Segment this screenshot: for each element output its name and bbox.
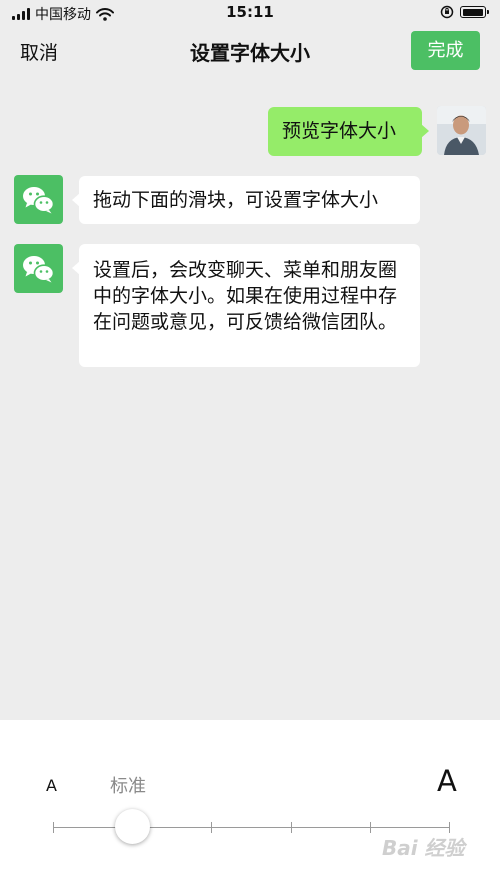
- slider-tick[interactable]: [369, 822, 371, 833]
- slider-tick[interactable]: [53, 822, 54, 833]
- incoming-message-bubble: 拖动下面的滑块，可设置字体大小: [72, 176, 420, 224]
- wechat-logo-icon: [23, 187, 55, 214]
- orientation-lock-icon: [440, 5, 454, 19]
- status-right: [440, 5, 489, 19]
- current-size-label: 标准: [110, 776, 146, 797]
- nav-bar: 取消 设置字体大小 完成: [0, 26, 500, 76]
- small-font-label: A: [46, 776, 57, 795]
- large-font-label: A: [437, 764, 457, 798]
- incoming-message-bubble: 设置后，会改变聊天、菜单和朋友圈中的字体大小。如果在使用过程中存在问题或意见，可…: [72, 244, 420, 367]
- baidu-watermark: Bai 经验: [382, 836, 465, 860]
- slider-track[interactable]: [53, 827, 449, 828]
- slider-tick[interactable]: [290, 822, 292, 833]
- user-avatar: [437, 106, 486, 155]
- slider-knob[interactable]: [114, 809, 150, 844]
- status-bar: 中国移动 15:11: [0, 0, 500, 26]
- status-time: 15:11: [226, 3, 274, 21]
- battery-icon: [460, 6, 489, 18]
- wechat-avatar: [14, 244, 63, 293]
- cancel-button[interactable]: 取消: [20, 38, 58, 65]
- outgoing-message-bubble: 预览字体大小: [268, 107, 429, 156]
- wechat-logo-icon: [23, 256, 55, 283]
- done-button[interactable]: 完成: [411, 31, 480, 70]
- slider-tick[interactable]: [211, 822, 213, 833]
- wechat-avatar: [14, 175, 63, 224]
- font-size-panel: A 标准 A Bai 经验: [0, 720, 500, 889]
